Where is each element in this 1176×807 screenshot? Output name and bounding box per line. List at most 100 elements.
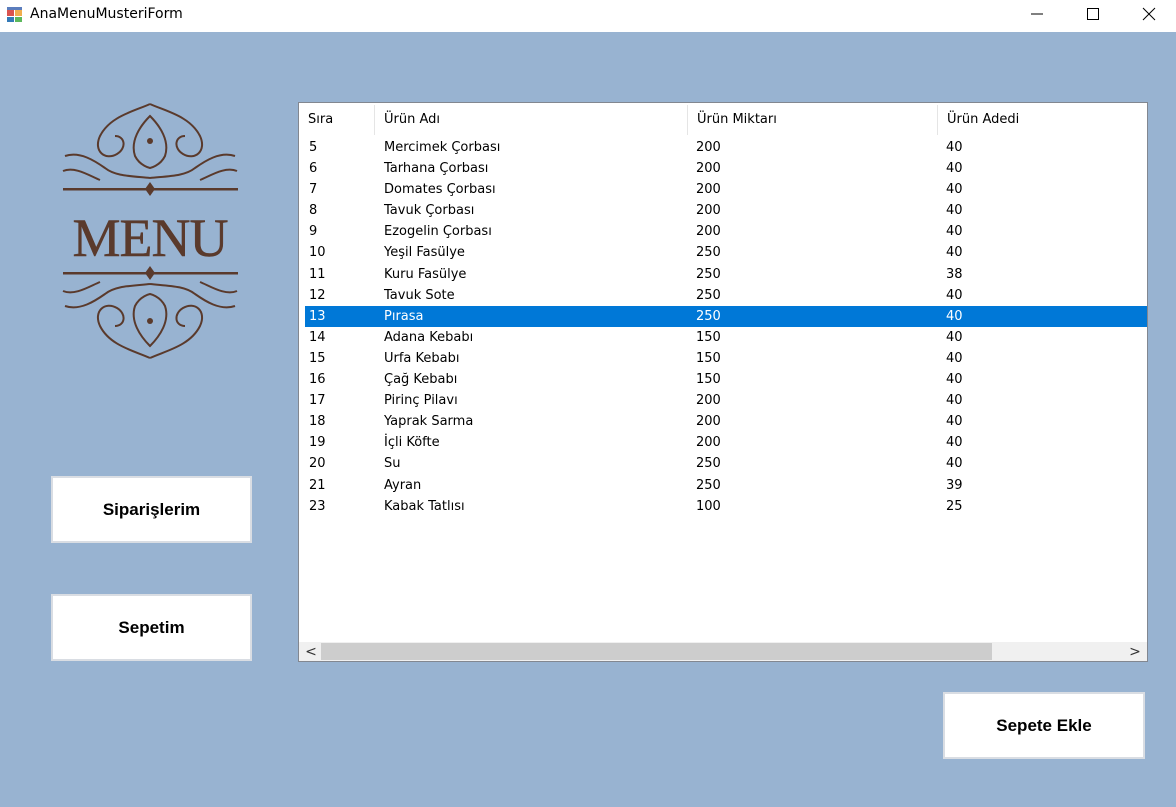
table-cell: 200 [696,203,721,219]
table-cell: 5 [309,140,318,155]
table-cell: 40 [946,393,963,409]
table-row[interactable]: 23 Kabak Tatlısı 100 25 [299,496,1147,517]
table-cell: 200 [696,182,721,198]
table-row[interactable]: 6 Tarhana Çorbası 200 40 [299,158,1147,179]
table-cell: Su [384,456,401,472]
table-cell: Tavuk Sote [384,287,455,303]
table-row[interactable]: 14 Adana Kebabı 150 40 [299,327,1147,348]
menu-grid[interactable]: Sıra Ürün Adı Ürün Miktarı Ürün Adedi 5 M… [298,102,1148,662]
column-header-urun-adi[interactable]: Ürün Adı [375,103,440,137]
siparislerim-button[interactable]: Siparişlerim [51,476,252,543]
table-cell: Tavuk Çorbası [384,203,475,219]
table-cell: 12 [309,287,326,303]
table-cell: 40 [946,456,963,472]
table-cell: 38 [946,266,963,282]
table-cell: 200 [696,435,721,451]
close-icon [1142,7,1156,21]
table-row[interactable]: 18 Yaprak Sarma 200 40 [299,411,1147,432]
minimize-icon [1031,13,1043,15]
table-row[interactable]: 21 Ayran 250 39 [299,475,1147,496]
table-cell: Pırasa [384,308,424,324]
table-row[interactable]: 10 Yeşil Fasülye 250 40 [299,242,1147,263]
table-cell: 40 [946,161,963,177]
table-cell: 200 [696,161,721,177]
table-cell: 16 [309,372,326,388]
table-cell: 150 [696,372,721,388]
table-row[interactable]: 19 İçli Köfte 200 40 [299,432,1147,453]
table-cell: Domates Çorbası [384,182,496,198]
table-cell: 200 [696,140,721,155]
table-cell: 40 [946,435,963,451]
horizontal-scrollbar[interactable]: < > [299,642,1147,661]
table-cell: 250 [696,477,721,493]
sepete-ekle-button[interactable]: Sepete Ekle [943,692,1145,759]
table-row[interactable]: 12 Tavuk Sote 250 40 [299,285,1147,306]
table-row[interactable]: 17 Pirinç Pilavı 200 40 [299,390,1147,411]
table-cell: 250 [696,245,721,261]
table-cell: 39 [946,477,963,493]
table-row[interactable]: 20 Su 250 40 [299,453,1147,474]
table-cell: 11 [309,266,326,282]
minimize-button[interactable] [1008,0,1064,28]
table-cell: Urfa Kebabı [384,350,460,366]
table-cell: 200 [696,393,721,409]
table-cell: 25 [946,498,963,514]
sepetim-button[interactable]: Sepetim [51,594,252,661]
table-cell: 17 [309,393,326,409]
table-cell: 250 [696,308,721,324]
column-header-urun-miktari[interactable]: Ürün Miktarı [688,103,777,137]
table-row[interactable]: 9 Ezogelin Çorbası 200 40 [299,221,1147,242]
table-cell: Pirinç Pilavı [384,393,458,409]
table-cell: 40 [946,182,963,198]
table-row[interactable]: 7 Domates Çorbası 200 40 [299,179,1147,200]
menu-logo: MENU [62,103,238,359]
table-row[interactable]: 11 Kuru Fasülye 250 38 [299,264,1147,285]
table-cell: 150 [696,350,721,366]
grid-rows: 5 Mercimek Çorbası 200 40 6 Tarhana Çorbası 20… [299,137,1147,517]
table-cell: 13 [309,308,326,324]
table-cell: 200 [696,224,721,240]
table-row[interactable]: 15 Urfa Kebabı 150 40 [299,348,1147,369]
column-header-urun-adedi[interactable]: Ürün Adedi [938,103,1019,137]
table-cell: 250 [696,266,721,282]
table-cell: 7 [309,182,318,198]
column-header-sira[interactable]: Sıra [299,103,333,137]
table-cell: 250 [696,456,721,472]
maximize-icon [1087,8,1099,20]
table-cell: 15 [309,350,326,366]
table-cell: 18 [309,414,326,430]
table-cell: Mercimek Çorbası [384,140,501,155]
table-cell: 150 [696,329,721,345]
scroll-right-arrow-icon[interactable]: > [1125,642,1145,661]
table-cell: Ezogelin Çorbası [384,224,492,240]
close-button[interactable] [1120,0,1176,28]
table-cell: 6 [309,161,318,177]
table-cell: 8 [309,203,318,219]
table-cell: 40 [946,414,963,430]
maximize-button[interactable] [1064,0,1120,28]
table-cell: 40 [946,140,963,155]
table-row-selected[interactable]: 13 Pırasa 250 40 [305,305,1147,327]
table-cell: 40 [946,245,963,261]
table-cell: 200 [696,414,721,430]
title-bar: AnaMenuMusteriForm [0,0,1176,32]
table-cell: 40 [946,224,963,240]
table-cell: 23 [309,498,326,514]
table-cell: Ayran [384,477,422,493]
table-row[interactable]: 5 Mercimek Çorbası 200 40 [299,137,1147,158]
scrollbar-thumb[interactable] [321,643,992,660]
table-cell: 40 [946,287,963,303]
table-cell: 40 [946,329,963,345]
table-cell: 9 [309,224,318,240]
table-cell: Tarhana Çorbası [384,161,489,177]
table-cell: 14 [309,329,326,345]
table-cell: 100 [696,498,721,514]
table-cell: 10 [309,245,326,261]
table-cell: 250 [696,287,721,303]
table-cell: 40 [946,350,963,366]
scroll-left-arrow-icon[interactable]: < [301,642,321,661]
table-cell: Yaprak Sarma [384,414,474,430]
grid-header: Sıra Ürün Adı Ürün Miktarı Ürün Adedi [299,103,1147,137]
table-row[interactable]: 8 Tavuk Çorbası 200 40 [299,200,1147,221]
table-row[interactable]: 16 Çağ Kebabı 150 40 [299,369,1147,390]
